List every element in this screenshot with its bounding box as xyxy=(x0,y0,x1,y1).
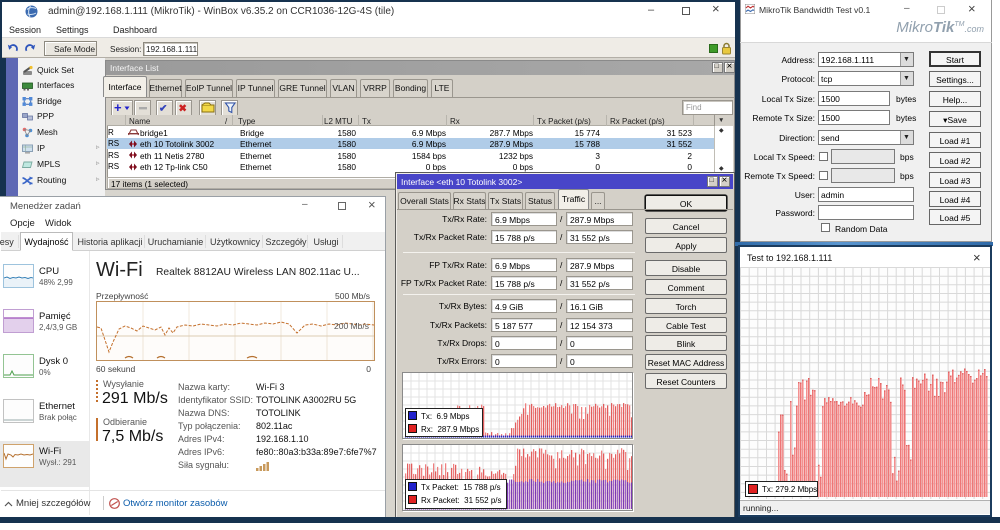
svg-text:✖: ✖ xyxy=(179,104,187,115)
svg-text:+: + xyxy=(114,100,122,115)
svg-text:✔: ✔ xyxy=(159,104,167,115)
